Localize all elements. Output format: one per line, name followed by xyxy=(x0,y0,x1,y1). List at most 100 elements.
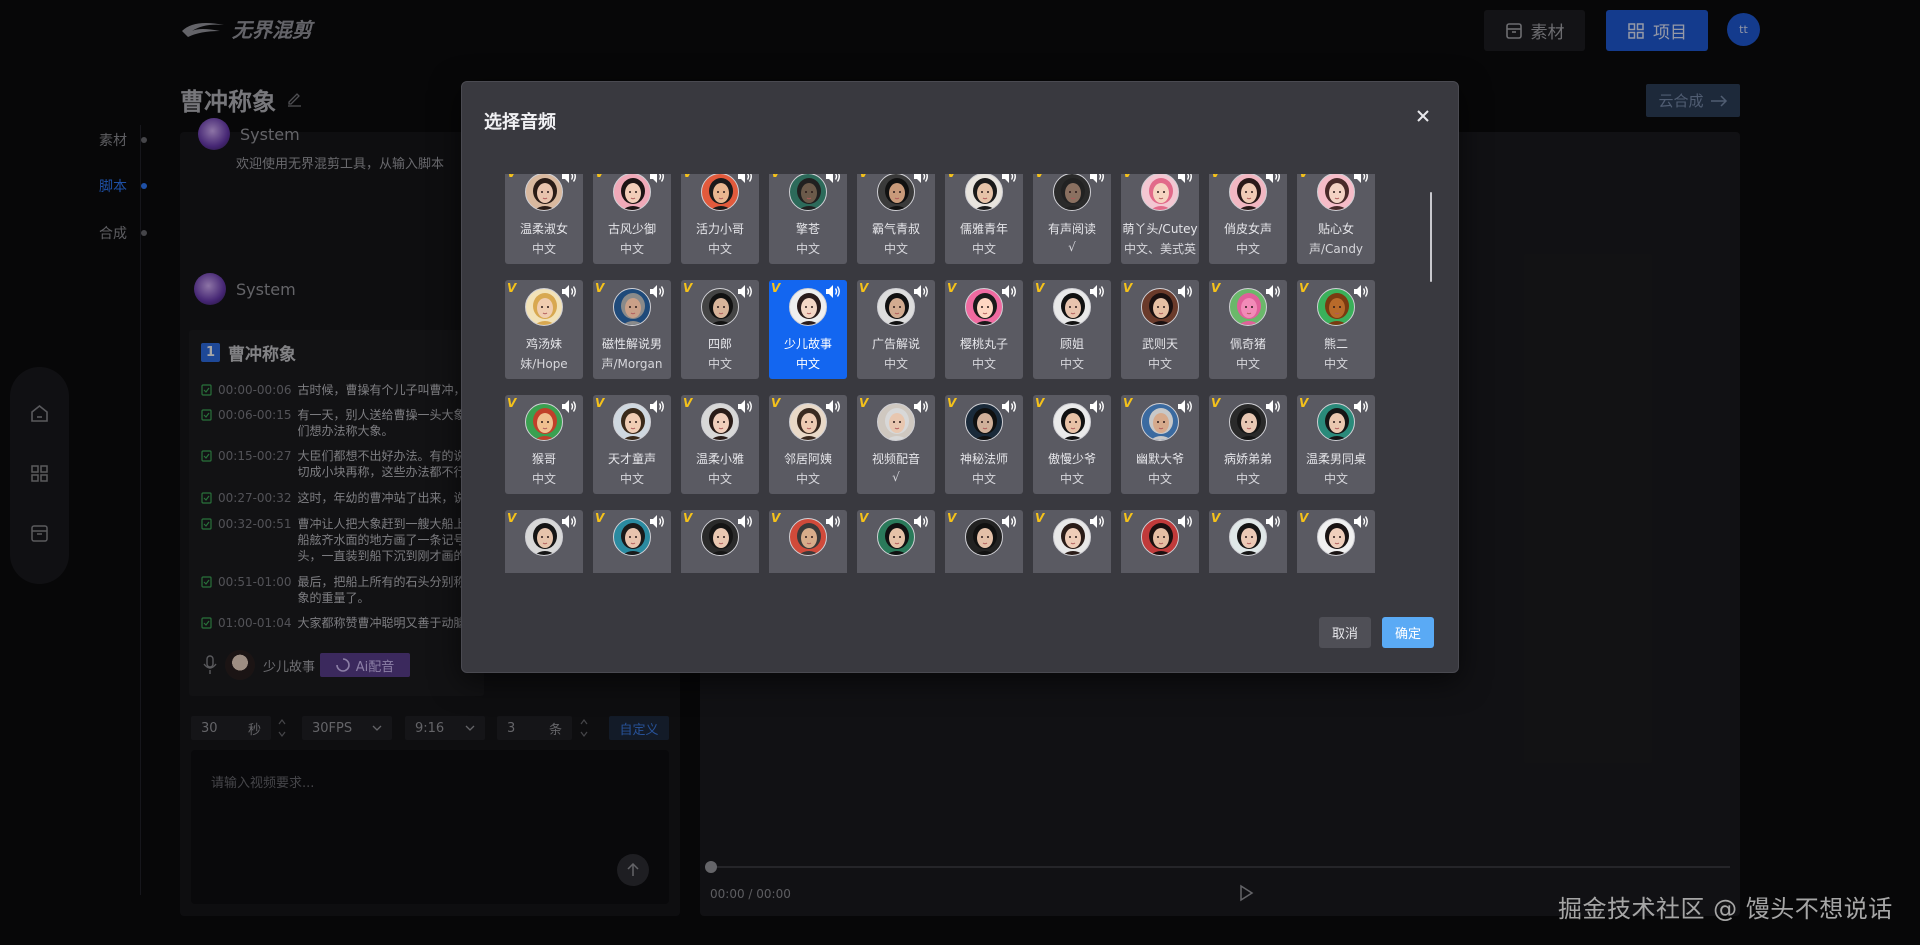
voice-card[interactable]: V 视频配音 √ xyxy=(857,395,935,494)
voice-card[interactable]: V xyxy=(593,510,671,573)
portrait-icon xyxy=(1237,523,1261,555)
speaker-icon[interactable] xyxy=(649,174,666,184)
speaker-icon[interactable] xyxy=(1265,399,1282,414)
speaker-icon[interactable] xyxy=(825,514,842,529)
voice-card[interactable]: V 四郎 中文 xyxy=(681,280,759,379)
vip-badge: V xyxy=(683,511,693,525)
voice-card[interactable]: V xyxy=(769,510,847,573)
voice-card[interactable]: V xyxy=(1033,510,1111,573)
voice-card[interactable]: V 病娇弟弟 中文 xyxy=(1209,395,1287,494)
speaker-icon[interactable] xyxy=(1089,174,1106,184)
voice-card[interactable]: V 幽默大爷 中文 xyxy=(1121,395,1199,494)
speaker-icon[interactable] xyxy=(913,514,930,529)
voice-name: 邻居阿姨 xyxy=(783,452,832,466)
voice-card[interactable]: V 霸气青叔中文 xyxy=(857,174,935,264)
voice-card[interactable]: V 猴哥 中文 xyxy=(505,395,583,494)
voice-card[interactable]: V 活力小哥中文 xyxy=(681,174,759,264)
speaker-icon[interactable] xyxy=(1177,284,1194,299)
speaker-icon[interactable] xyxy=(1001,399,1018,414)
speaker-icon[interactable] xyxy=(737,284,754,299)
speaker-icon[interactable] xyxy=(825,399,842,414)
speaker-icon[interactable] xyxy=(561,514,578,529)
speaker-icon[interactable] xyxy=(1089,514,1106,529)
speaker-icon[interactable] xyxy=(561,399,578,414)
voice-card[interactable]: V xyxy=(1121,510,1199,573)
voice-card[interactable]: V 萌丫头/Cutey 中文、美式英 xyxy=(1121,174,1199,264)
speaker-icon[interactable] xyxy=(825,284,842,299)
voice-card[interactable]: V 温柔男同桌 中文 xyxy=(1297,395,1375,494)
voice-card[interactable]: V 温柔淑女中文 xyxy=(505,174,583,264)
speaker-icon[interactable] xyxy=(1265,514,1282,529)
speaker-icon[interactable] xyxy=(1265,284,1282,299)
speaker-icon[interactable] xyxy=(561,284,578,299)
speaker-icon[interactable] xyxy=(649,514,666,529)
confirm-button[interactable]: 确定 xyxy=(1382,617,1434,648)
voice-card[interactable]: V 熊二 中文 xyxy=(1297,280,1375,379)
vip-badge: V xyxy=(595,281,605,295)
speaker-icon[interactable] xyxy=(825,174,842,184)
voice-card[interactable]: V xyxy=(1297,510,1375,573)
voice-card[interactable]: V xyxy=(945,510,1023,573)
voice-avatar xyxy=(525,174,563,211)
portrait-icon xyxy=(885,523,909,555)
speaker-icon[interactable] xyxy=(1001,284,1018,299)
speaker-icon[interactable] xyxy=(1353,399,1370,414)
vip-badge: V xyxy=(507,174,516,180)
voice-card[interactable]: V 鸡汤妹 妹/Hope xyxy=(505,280,583,379)
speaker-icon[interactable] xyxy=(1353,514,1370,529)
speaker-icon[interactable] xyxy=(737,514,754,529)
voice-avatar xyxy=(1141,174,1179,211)
speaker-icon[interactable] xyxy=(1177,174,1194,184)
voice-avatar xyxy=(877,403,915,441)
cancel-button[interactable]: 取消 xyxy=(1319,617,1371,648)
voice-name: 武则天 xyxy=(1141,337,1178,351)
voice-card[interactable]: V 贴心女声/Candy xyxy=(1297,174,1375,264)
voice-card[interactable]: V 广告解说 中文 xyxy=(857,280,935,379)
voice-card[interactable]: V 少儿故事 中文 xyxy=(769,280,847,379)
voice-card[interactable]: V 古风少御中文 xyxy=(593,174,671,264)
voice-card[interactable]: V 武则天 中文 xyxy=(1121,280,1199,379)
voice-card[interactable]: V 温柔小雅 中文 xyxy=(681,395,759,494)
voice-card[interactable]: V 儒雅青年中文 xyxy=(945,174,1023,264)
portrait-icon xyxy=(1061,408,1085,440)
speaker-icon[interactable] xyxy=(1089,284,1106,299)
voice-card[interactable]: V 顾姐 中文 xyxy=(1033,280,1111,379)
speaker-icon[interactable] xyxy=(1353,174,1370,184)
voice-avatar xyxy=(877,288,915,326)
voice-card[interactable]: V 邻居阿姨 中文 xyxy=(769,395,847,494)
voice-card[interactable]: V 擎苍中文 xyxy=(769,174,847,264)
voice-card[interactable]: V xyxy=(681,510,759,573)
portrait-icon xyxy=(1237,178,1261,210)
voice-card[interactable]: V 天才童声 中文 xyxy=(593,395,671,494)
voice-card[interactable]: V xyxy=(857,510,935,573)
voice-card[interactable]: V 傲慢少爷 中文 xyxy=(1033,395,1111,494)
speaker-icon[interactable] xyxy=(1353,284,1370,299)
vip-badge: V xyxy=(507,281,517,295)
speaker-icon[interactable] xyxy=(561,174,578,184)
speaker-icon[interactable] xyxy=(649,284,666,299)
voice-card[interactable]: V 神秘法师 中文 xyxy=(945,395,1023,494)
speaker-icon[interactable] xyxy=(737,174,754,184)
voice-card[interactable]: V xyxy=(1209,510,1287,573)
voice-card[interactable]: V 磁性解说男 声/Morgan xyxy=(593,280,671,379)
speaker-icon[interactable] xyxy=(1177,514,1194,529)
speaker-icon[interactable] xyxy=(913,399,930,414)
speaker-icon[interactable] xyxy=(1089,399,1106,414)
speaker-icon[interactable] xyxy=(649,399,666,414)
voice-name: 温柔小雅 xyxy=(695,452,744,466)
voice-card[interactable]: V 俏皮女声中文 xyxy=(1209,174,1287,264)
close-icon[interactable] xyxy=(1412,105,1434,127)
voice-card[interactable]: V xyxy=(505,510,583,573)
speaker-icon[interactable] xyxy=(913,284,930,299)
speaker-icon[interactable] xyxy=(1265,174,1282,184)
voice-language: 中文 xyxy=(619,472,644,486)
speaker-icon[interactable] xyxy=(1177,399,1194,414)
voice-card[interactable]: V 樱桃丸子 中文 xyxy=(945,280,1023,379)
voice-grid-scrollbar[interactable] xyxy=(1430,192,1432,282)
voice-card[interactable]: V 有声阅读 √ xyxy=(1033,174,1111,264)
speaker-icon[interactable] xyxy=(1001,174,1018,184)
speaker-icon[interactable] xyxy=(913,174,930,184)
speaker-icon[interactable] xyxy=(1001,514,1018,529)
voice-card[interactable]: V 佩奇猪 中文 xyxy=(1209,280,1287,379)
speaker-icon[interactable] xyxy=(737,399,754,414)
